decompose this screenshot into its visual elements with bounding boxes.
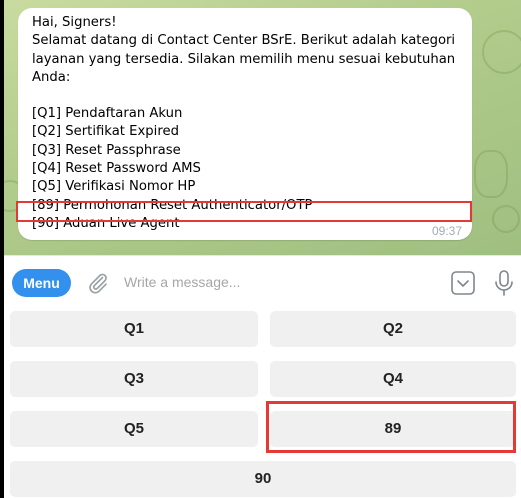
paperclip-icon[interactable] bbox=[86, 271, 110, 295]
keyboard-button-90[interactable]: 90 bbox=[10, 461, 516, 497]
message-greeting: Hai, Signers! bbox=[32, 15, 117, 30]
menu-item-q2: [Q2] Sertifikat Expired bbox=[32, 124, 179, 140]
message-input[interactable] bbox=[124, 268, 424, 296]
keyboard-button-89[interactable]: 89 bbox=[270, 411, 516, 447]
background-doodle bbox=[492, 205, 520, 233]
background-doodle bbox=[482, 30, 521, 74]
menu-item-q4: [Q4] Reset Password AMS bbox=[32, 161, 201, 177]
keyboard-button-q1[interactable]: Q1 bbox=[10, 311, 258, 347]
keyboard-button-q5[interactable]: Q5 bbox=[10, 411, 258, 447]
keyboard-button-q2[interactable]: Q2 bbox=[270, 311, 516, 347]
telegram-chat-screen: Hai, Signers! Selamat datang di Contact … bbox=[4, 0, 521, 498]
message-text: Hai, Signers! Selamat datang di Contact … bbox=[32, 14, 462, 233]
reply-keyboard: Q1 Q2 Q3 Q4 Q5 89 90 bbox=[4, 306, 521, 498]
incoming-message-bubble[interactable]: Hai, Signers! Selamat datang di Contact … bbox=[18, 8, 472, 240]
app-window: Hai, Signers! Selamat datang di Contact … bbox=[0, 0, 521, 498]
message-timestamp: 09:37 bbox=[431, 224, 462, 238]
keyboard-button-q4[interactable]: Q4 bbox=[270, 361, 516, 397]
keyboard-toggle-icon[interactable] bbox=[450, 270, 476, 296]
keyboard-button-q3[interactable]: Q3 bbox=[10, 361, 258, 397]
menu-item-90: [90] Aduan Live Agent bbox=[32, 215, 180, 231]
microphone-icon[interactable] bbox=[493, 268, 515, 298]
background-doodle bbox=[474, 150, 508, 198]
menu-item-89: [89] Permohonan Reset Authenticator/OTP bbox=[32, 197, 313, 213]
message-intro: Selamat datang di Contact Center BSrE. B… bbox=[32, 33, 456, 85]
menu-item-q5: [Q5] Verifikasi Nomor HP bbox=[32, 179, 196, 195]
chat-area[interactable]: Hai, Signers! Selamat datang di Contact … bbox=[4, 0, 521, 255]
menu-button[interactable]: Menu bbox=[12, 269, 71, 297]
message-input-bar: Menu bbox=[4, 255, 521, 306]
menu-item-q1: [Q1] Pendaftaran Akun bbox=[32, 106, 183, 122]
menu-item-q3: [Q3] Reset Passphrase bbox=[32, 142, 181, 158]
